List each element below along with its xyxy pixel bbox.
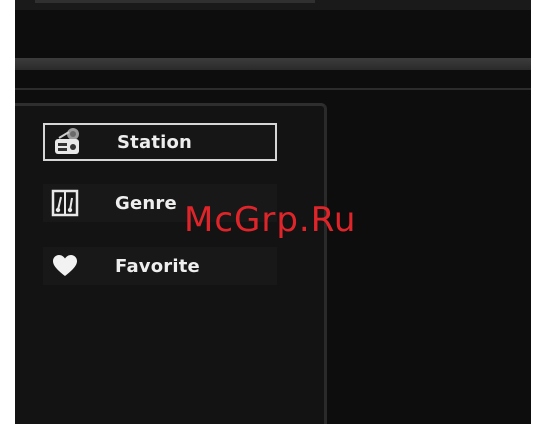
menu-item-label: Station [117,131,193,153]
screen: Station Genre Favorite [15,0,531,424]
menu-item-label: Favorite [115,255,200,277]
radio-icon [47,123,87,161]
top-strip-glow [35,0,315,3]
header-divider-thin [15,88,531,90]
menu-item-favorite[interactable]: Favorite [43,247,277,285]
menu-item-label: Genre [115,192,177,214]
genre-icon [45,184,85,222]
header-divider [15,58,531,70]
menu-item-station[interactable]: Station [43,123,277,161]
menu-item-genre[interactable]: Genre [43,184,277,222]
source-menu-panel: Station Genre Favorite [15,103,327,424]
top-strip [15,0,531,10]
heart-icon [45,247,85,285]
